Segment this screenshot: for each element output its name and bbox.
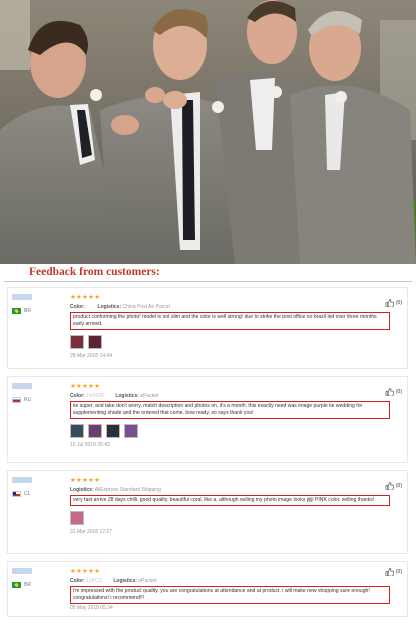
review-photo[interactable] xyxy=(88,335,102,349)
order-info: Color: Logistics: China Post Air Parcel xyxy=(70,304,170,310)
review-card: CL ★★★★★ Logistics: AliExpress Standard … xyxy=(7,470,408,554)
helpful-button[interactable]: (0) xyxy=(385,482,402,490)
review-photo[interactable] xyxy=(124,424,138,438)
review-text: tie super, and take don't worry, match d… xyxy=(70,401,390,419)
helpful-button[interactable]: (0) xyxy=(385,388,402,396)
helpful-count: (0) xyxy=(395,569,402,575)
reviewer-info: BR xyxy=(12,294,56,314)
feedback-section-title: Feedback from customers: xyxy=(29,266,160,278)
flag-icon xyxy=(12,308,21,314)
reviewer-name xyxy=(12,477,32,483)
review-date: 31 Mar 2018 12:27 xyxy=(70,529,112,535)
rating-stars: ★★★★★ xyxy=(70,477,101,484)
reviewer-name xyxy=(12,294,32,300)
reviewer-name xyxy=(12,383,32,389)
country-code: BR xyxy=(24,308,31,314)
review-photo[interactable] xyxy=(70,424,84,438)
review-card: RU ★★★★★ Color: Tie0038 Logistics: ePack… xyxy=(7,376,408,463)
review-text: very fast arrive 28 days chilli. good qu… xyxy=(70,495,390,506)
review-text: i'm impressed with the product quality. … xyxy=(70,586,390,604)
reviewer-info: BR xyxy=(12,568,56,588)
rating-stars: ★★★★★ xyxy=(70,294,101,301)
flag-icon xyxy=(12,582,21,588)
review-date: 10 Jul 2018 05:43 xyxy=(70,442,110,448)
thumbs-up-icon xyxy=(385,388,394,396)
reviewer-name xyxy=(12,568,32,574)
helpful-count: (0) xyxy=(395,389,402,395)
order-info: Logistics: AliExpress Standard Shipping xyxy=(70,487,161,493)
flag-icon xyxy=(12,491,21,497)
review-photo[interactable] xyxy=(70,511,84,525)
reviewer-info: RU xyxy=(12,383,56,403)
thumbs-up-icon xyxy=(385,482,394,490)
thumbs-up-icon xyxy=(385,568,394,576)
country-code: CL xyxy=(24,491,31,497)
divider xyxy=(4,281,412,282)
review-date: 28 Mar 2018 14:44 xyxy=(70,353,112,359)
helpful-button[interactable]: (0) xyxy=(385,299,402,307)
groomsmen-photo-icon xyxy=(0,0,416,264)
review-date: 05 May 2018 05:34 xyxy=(70,605,113,611)
rating-stars: ★★★★★ xyxy=(70,383,101,390)
helpful-button[interactable]: (0) xyxy=(385,568,402,576)
hero-photo xyxy=(0,0,416,264)
reviewer-info: CL xyxy=(12,477,56,497)
helpful-count: (0) xyxy=(395,483,402,489)
review-photo[interactable] xyxy=(88,424,102,438)
flag-icon xyxy=(12,397,21,403)
review-photo[interactable] xyxy=(106,424,120,438)
order-info: Color: Tie0038 Logistics: ePacket xyxy=(70,393,159,399)
country-code: BR xyxy=(24,582,31,588)
review-text: product conforming the photo! model is n… xyxy=(70,312,390,330)
review-photo[interactable] xyxy=(70,335,84,349)
order-info: Color: 10PCS Logistics: ePacket xyxy=(70,578,157,584)
thumbs-up-icon xyxy=(385,299,394,307)
country-code: RU xyxy=(24,397,32,403)
rating-stars: ★★★★★ xyxy=(70,568,101,575)
review-card: BR ★★★★★ Color: 10PCS Logistics: ePacket… xyxy=(7,561,408,617)
review-card: BR ★★★★★ Color: Logistics: China Post Ai… xyxy=(7,287,408,369)
helpful-count: (0) xyxy=(395,300,402,306)
